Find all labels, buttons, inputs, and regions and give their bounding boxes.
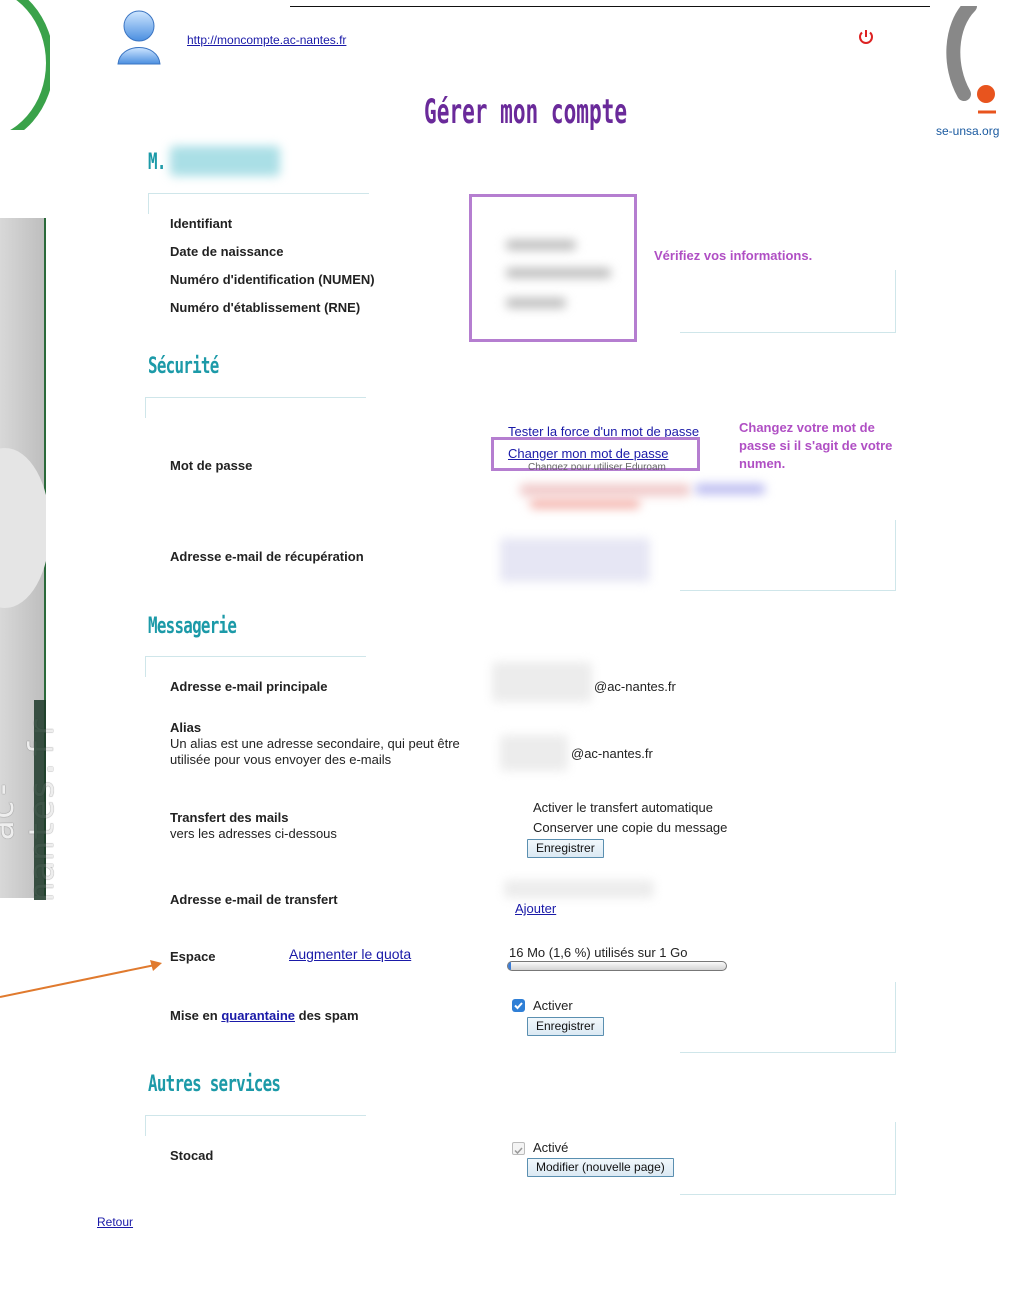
spam-activate-label: Activer xyxy=(533,998,573,1013)
identity-values-redacted-3 xyxy=(506,298,566,308)
power-icon[interactable] xyxy=(857,28,875,46)
password-label: Mot de passe xyxy=(170,458,253,473)
green-arc-decoration xyxy=(0,0,50,130)
transfer-keep-copy-option[interactable]: Conserver une copie du message xyxy=(533,820,727,835)
user-name-redacted xyxy=(170,146,280,176)
password-info-redacted-2 xyxy=(695,484,765,494)
alias-redacted xyxy=(500,735,568,771)
main-email-label: Adresse e-mail principale xyxy=(170,679,328,694)
main-email-redacted xyxy=(492,662,592,702)
alias-label: Alias xyxy=(170,720,202,735)
stocad-status: Activé xyxy=(533,1140,569,1155)
stocad-label: Stocad xyxy=(170,1148,214,1163)
security-annotation: Changez votre mot de passe si il s'agit … xyxy=(739,420,893,471)
spam-checkbox[interactable] xyxy=(512,999,525,1012)
spam-label: Mise en quarantaine des spam xyxy=(170,1008,359,1023)
user-prefix: M. xyxy=(148,150,166,175)
increase-quota-link[interactable]: Augmenter le quota xyxy=(289,946,411,962)
check-icon xyxy=(514,1002,523,1010)
top-rule xyxy=(290,6,930,7)
transfer-auto-option[interactable]: Activer le transfert automatique xyxy=(533,800,713,815)
add-transfer-link[interactable]: Ajouter xyxy=(515,901,556,916)
se-unsa-logo: se-unsa.org xyxy=(936,0,1030,146)
messaging-frame-br xyxy=(680,982,896,1053)
identity-label-3: Numéro d'établissement (RNE) xyxy=(170,300,361,315)
spam-label-suffix: des spam xyxy=(298,1008,359,1023)
page-title: Gérer mon compte xyxy=(424,92,628,132)
other-services-heading: Autres services xyxy=(148,1072,281,1097)
usage-bar xyxy=(507,961,727,971)
arrow-annotation xyxy=(0,960,162,998)
transfer-email-redacted xyxy=(504,880,654,898)
stocad-modify-button[interactable]: Modifier (nouvelle page) xyxy=(527,1158,674,1177)
other-frame-br xyxy=(680,1122,896,1195)
recovery-email-label: Adresse e-mail de récupération xyxy=(170,549,364,564)
change-password-link[interactable]: Changer mon mot de passe xyxy=(508,446,668,461)
main-email-domain: @ac-nantes.fr xyxy=(594,679,676,694)
transfer-email-label: Adresse e-mail de transfert xyxy=(170,892,338,907)
identity-values-redacted-2 xyxy=(506,268,611,278)
usage-text: 16 Mo (1,6 %) utilisés sur 1 Go xyxy=(509,945,688,960)
security-heading: Sécurité xyxy=(148,354,219,379)
back-link[interactable]: Retour xyxy=(97,1215,133,1229)
avatar xyxy=(116,8,162,66)
alias-domain: @ac-nantes.fr xyxy=(571,746,653,761)
site-url-link[interactable]: http://moncompte.ac-nantes.fr xyxy=(187,33,346,47)
transfer-description: vers les adresses ci-dessous xyxy=(170,826,337,841)
alias-description: Un alias est une adresse secondaire, qui… xyxy=(170,736,460,767)
security-frame xyxy=(145,397,366,418)
recovery-email-redacted xyxy=(500,538,650,582)
logo-text: se-unsa.org xyxy=(936,124,1000,138)
quarantine-link[interactable]: quarantaine xyxy=(221,1008,295,1023)
messaging-frame xyxy=(145,656,366,677)
identity-label-0: Identifiant xyxy=(170,216,233,231)
eduroam-hint: Changez pour utiliser Eduroam xyxy=(528,462,666,470)
check-icon xyxy=(514,1147,523,1155)
spam-save-button[interactable]: Enregistrer xyxy=(527,1017,604,1036)
password-info-redacted-3 xyxy=(530,500,640,508)
identity-values-redacted xyxy=(506,240,576,250)
identity-label-2: Numéro d'identification (NUMEN) xyxy=(170,272,375,287)
sidebar-text: ac-nantes.fr xyxy=(0,718,62,902)
identity-label-1: Date de naissance xyxy=(170,244,284,259)
password-info-redacted xyxy=(520,484,690,496)
identity-frame xyxy=(148,193,369,214)
identity-frame-br xyxy=(680,270,896,333)
stocad-checkbox xyxy=(512,1142,525,1155)
sidebar-text-dark xyxy=(34,700,46,900)
other-frame xyxy=(145,1115,366,1136)
security-frame-br xyxy=(680,520,896,591)
transfer-label: Transfert des mails xyxy=(170,810,289,825)
identity-annotation: Vérifiez vos informations. xyxy=(654,248,813,263)
spam-label-prefix: Mise en xyxy=(170,1008,218,1023)
messaging-heading: Messagerie xyxy=(148,614,237,639)
transfer-save-button[interactable]: Enregistrer xyxy=(527,839,604,858)
space-label: Espace xyxy=(170,949,216,964)
usage-bar-fill xyxy=(508,962,512,970)
